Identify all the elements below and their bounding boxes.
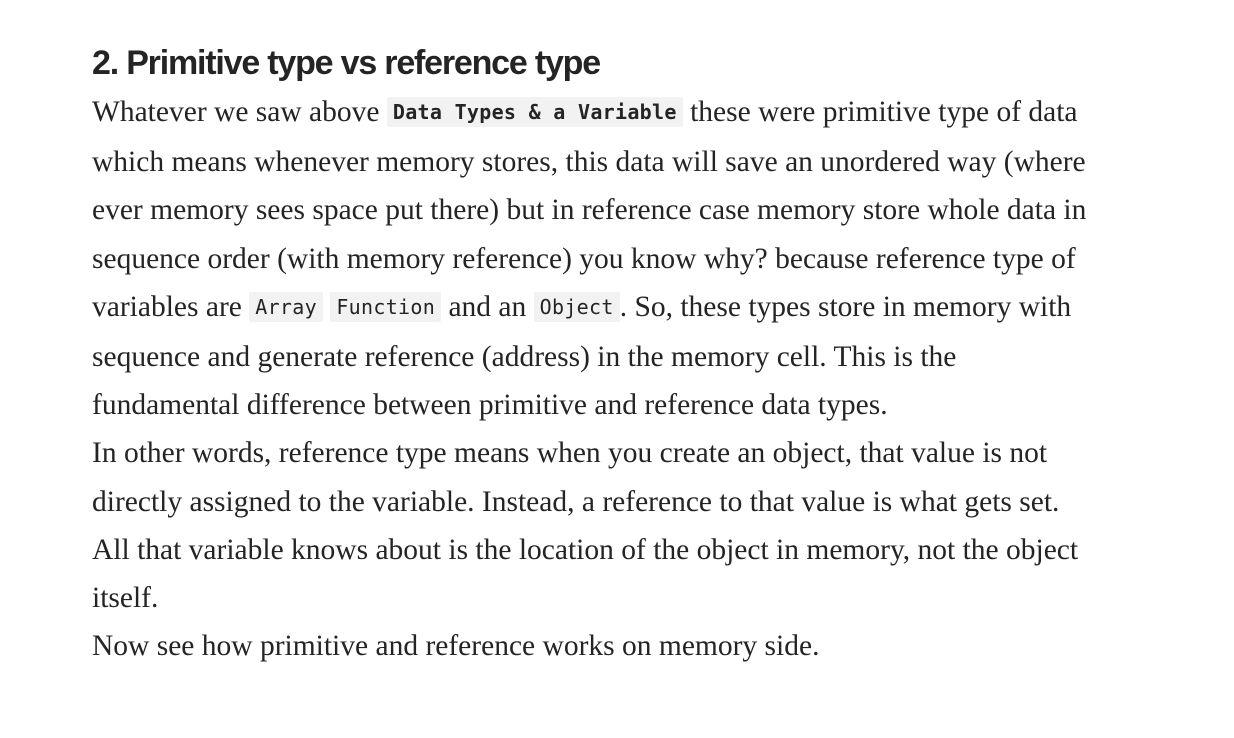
inline-code-object: Object <box>533 291 620 322</box>
paragraph-in-other-words: In other words, reference type means whe… <box>92 437 1079 615</box>
paragraph-text: Whatever we saw above <box>92 96 387 128</box>
section-heading: 2. Primitive type vs reference type <box>92 44 601 82</box>
inline-code-array: Array <box>249 291 323 322</box>
article-section: 2. Primitive type vs reference type What… <box>92 40 1102 670</box>
inline-code-data-types: Data Types & a Variable <box>386 97 683 127</box>
paragraph-text: these were primitive type of data which … <box>92 96 1087 323</box>
paragraph-primitive-vs-reference: Whatever we saw above Data Types & a Var… <box>92 88 1102 429</box>
inline-code-function: Function <box>330 291 442 322</box>
paragraph-text: and an <box>441 290 534 323</box>
paragraph-now-see: Now see how primitive and reference work… <box>92 630 820 663</box>
